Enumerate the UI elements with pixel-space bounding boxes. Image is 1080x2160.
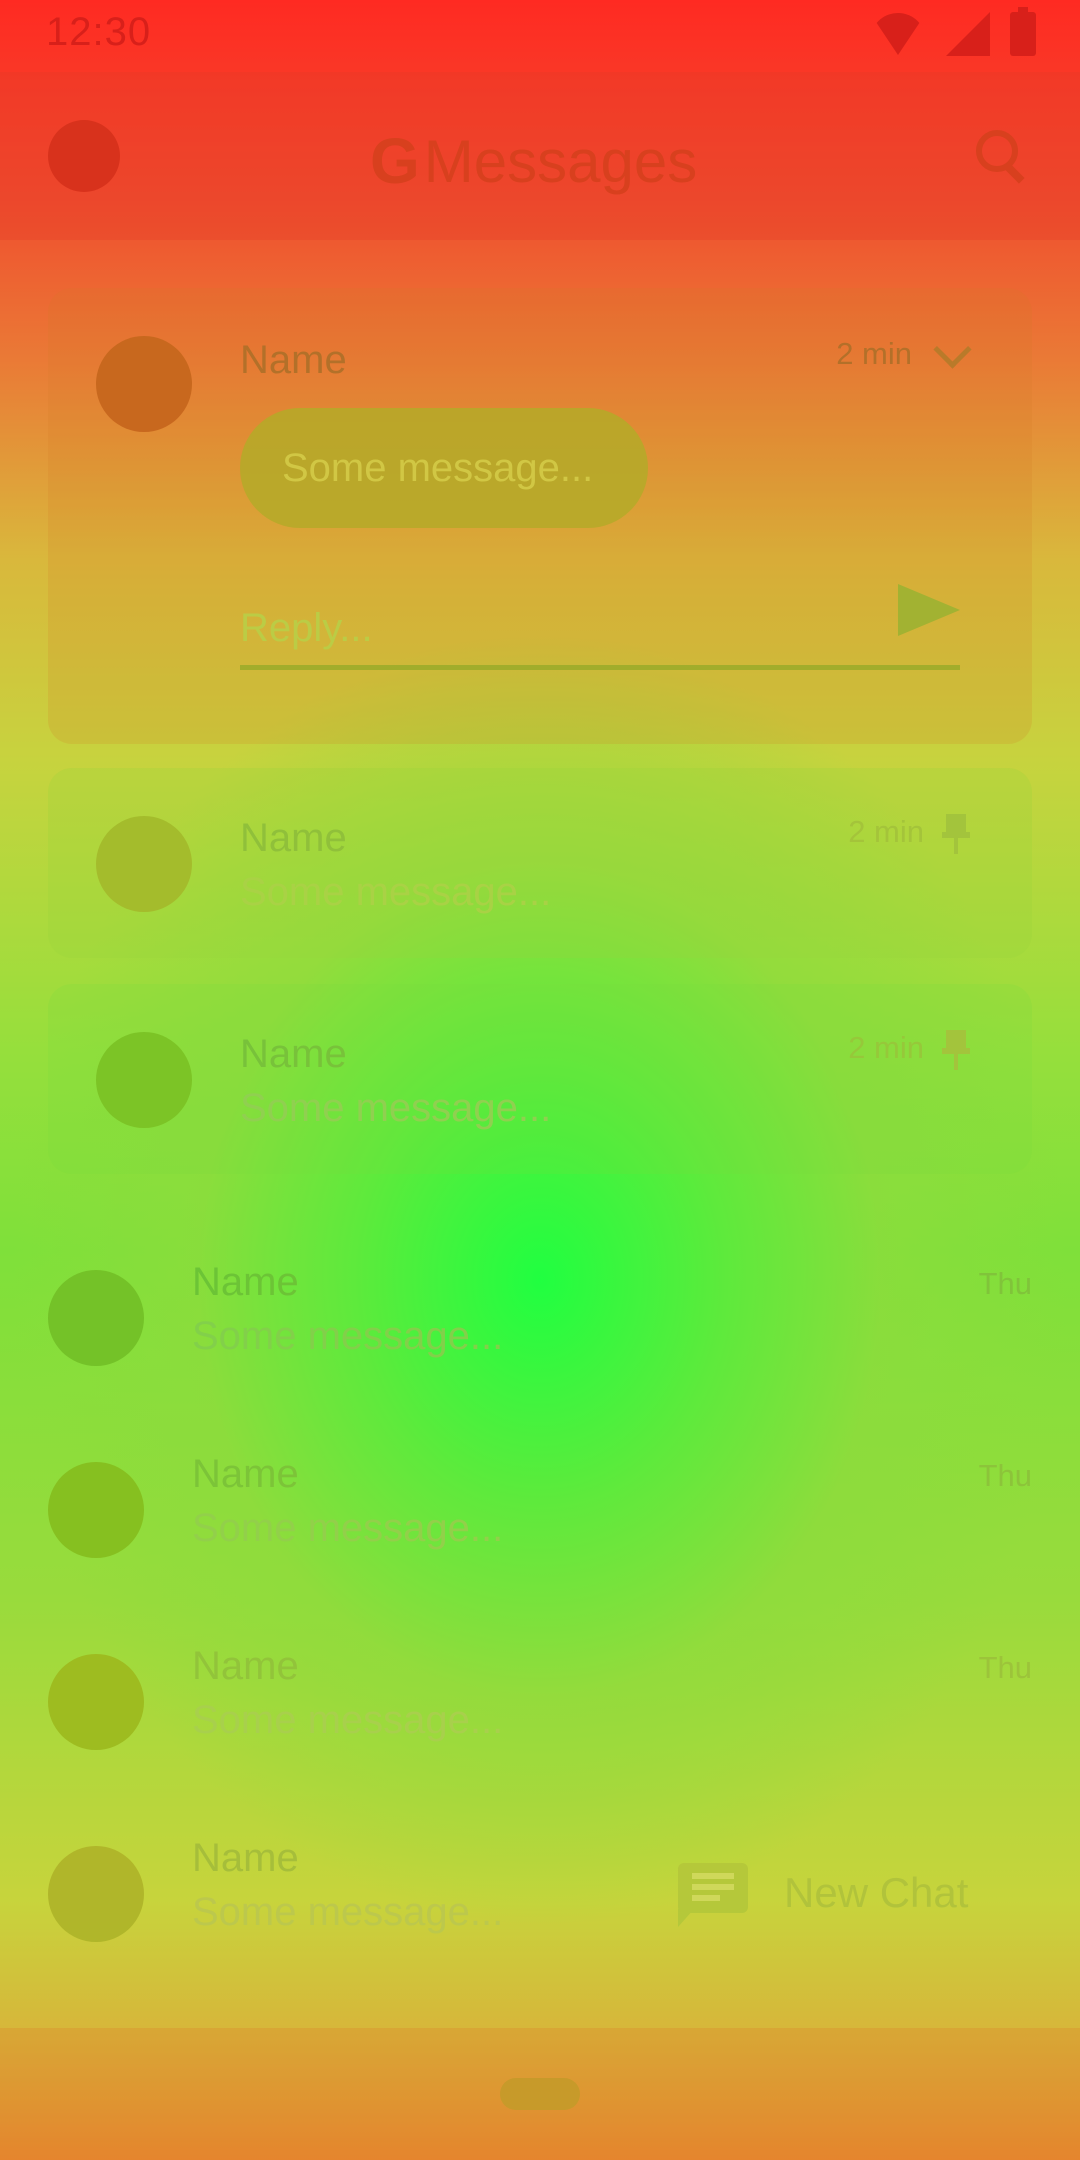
status-bar: 12:30: [0, 0, 1080, 72]
avatar: [48, 1462, 144, 1558]
message-preview: Some message...: [192, 1314, 504, 1358]
wifi-icon: [870, 13, 926, 55]
message-time: 2 min: [848, 1030, 924, 1065]
avatar: [48, 1270, 144, 1366]
message-time: Thu: [978, 1650, 1032, 1685]
list-item[interactable]: Name Some message... Thu: [0, 1606, 1080, 1798]
app-title: G Messages: [370, 124, 697, 198]
app-title-text: Messages: [423, 127, 698, 195]
message-preview: Some message...: [192, 1506, 504, 1550]
avatar: [48, 1846, 144, 1942]
avatar: [96, 1032, 192, 1128]
status-time: 12:30: [46, 10, 152, 54]
avatar: [96, 336, 192, 432]
contact-name: Name: [192, 1836, 299, 1880]
message-time: Thu: [978, 1266, 1032, 1301]
avatar: [48, 1654, 144, 1750]
chevron-down-icon[interactable]: [933, 330, 972, 369]
contact-name: Name: [240, 816, 347, 860]
new-chat-button[interactable]: New Chat: [666, 1836, 1032, 1950]
chat-icon: [678, 1863, 748, 1927]
signal-icon: [946, 12, 990, 56]
pin-icon: [942, 814, 970, 854]
message-preview: Some message...: [240, 870, 552, 914]
home-handle[interactable]: [500, 2078, 580, 2110]
contact-name: Name: [240, 1032, 347, 1076]
send-icon[interactable]: [898, 584, 960, 636]
message-text: Some message...: [282, 446, 594, 490]
list-item[interactable]: Name Some message... Thu: [0, 1414, 1080, 1606]
pin-icon: [942, 1030, 970, 1070]
contact-name: Name: [192, 1260, 299, 1304]
reply-input[interactable]: Reply...: [240, 588, 960, 670]
message-time: 2 min: [848, 814, 924, 849]
pinned-conversation-card[interactable]: Name Some message... 2 min: [48, 768, 1032, 958]
list-item[interactable]: Name Some message... Thu: [0, 1222, 1080, 1414]
reply-placeholder: Reply...: [240, 606, 373, 650]
expanded-conversation-card[interactable]: Name 2 min Some message... Reply...: [48, 288, 1032, 744]
pinned-conversation-card[interactable]: Name Some message... 2 min: [48, 984, 1032, 1174]
battery-icon: [1010, 7, 1036, 56]
message-preview: Some message...: [192, 1890, 504, 1934]
status-icons: [870, 7, 1036, 56]
account-avatar[interactable]: [48, 120, 120, 192]
new-chat-label: New Chat: [784, 1869, 969, 1916]
avatar: [96, 816, 192, 912]
reply-underline: [240, 665, 960, 670]
app-bar: G Messages: [0, 72, 1080, 240]
message-preview: Some message...: [192, 1698, 504, 1742]
contact-name: Name: [240, 338, 347, 382]
message-preview: Some message...: [240, 1086, 552, 1130]
navigation-bar: [0, 2028, 1080, 2160]
google-logo-icon: G: [370, 125, 420, 197]
message-bubble: Some message...: [240, 408, 648, 528]
message-time: 2 min: [836, 336, 912, 371]
message-time: Thu: [978, 1458, 1032, 1493]
search-icon[interactable]: [976, 130, 1025, 184]
contact-name: Name: [192, 1452, 299, 1496]
contact-name: Name: [192, 1644, 299, 1688]
